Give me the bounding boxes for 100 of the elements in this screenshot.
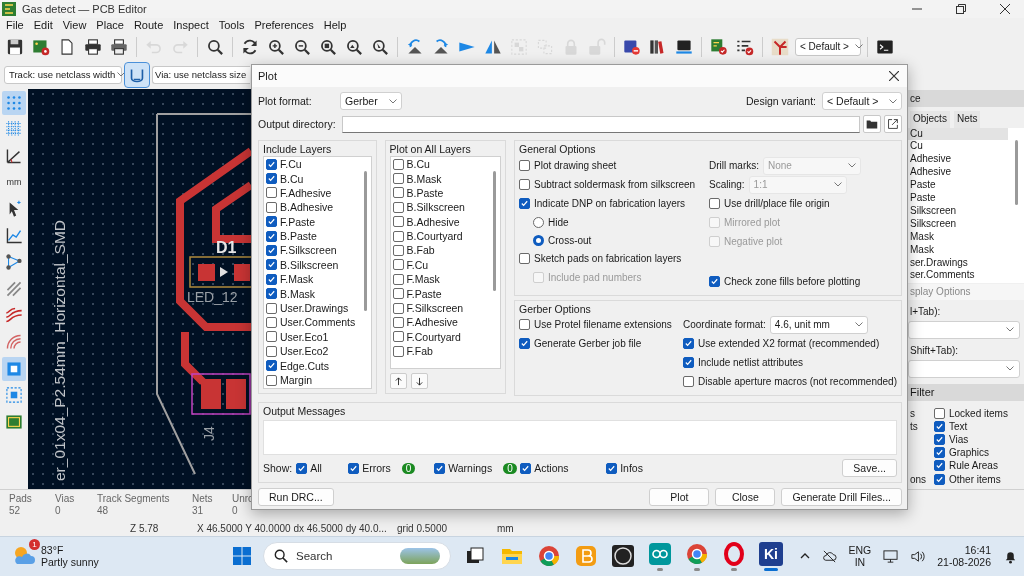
move-down-button[interactable]	[410, 373, 428, 389]
via-size-dropdown[interactable]: Via: use netclass size	[152, 65, 250, 84]
checkbox[interactable]	[519, 253, 530, 264]
checkbox[interactable]	[519, 160, 530, 171]
save-button[interactable]: Save...	[842, 459, 897, 478]
checkbox[interactable]	[266, 216, 277, 228]
menu-item[interactable]: Help	[319, 19, 353, 32]
panel-tab[interactable]: Objects	[910, 110, 950, 128]
checkbox[interactable]	[266, 316, 277, 328]
clock-time[interactable]: 16:41	[964, 544, 991, 557]
layer-label[interactable]: Edge.Cuts	[280, 359, 330, 372]
filter-label[interactable]: Actions	[534, 462, 569, 475]
option-label[interactable]: Disable aperture macros (not recommended)	[698, 376, 897, 387]
checkbox[interactable]	[392, 288, 404, 300]
option-label[interactable]: Subtract soldermask from silkscreen	[534, 179, 696, 190]
dialog-button[interactable]: Run DRC...	[258, 488, 334, 506]
layer-item[interactable]: Mask	[908, 230, 1008, 244]
menu-item[interactable]: Tools	[214, 19, 251, 32]
checkbox[interactable]	[434, 462, 446, 474]
checkbox[interactable]	[519, 179, 530, 190]
option-label[interactable]: Use drill/place file origin	[724, 198, 830, 209]
filter-label[interactable]: Rule Areas	[949, 460, 998, 472]
checkbox[interactable]	[266, 302, 277, 314]
option-label[interactable]: Use extended X2 format (recommended)	[698, 338, 880, 349]
sun-cloud-icon[interactable]	[12, 545, 36, 566]
checkbox[interactable]	[934, 460, 945, 472]
layer-item[interactable]: Silkscreen	[908, 217, 1008, 231]
checkbox[interactable]	[266, 259, 277, 271]
option-label[interactable]: Plot drawing sheet	[534, 160, 617, 171]
chevron-up-icon[interactable]	[799, 553, 810, 560]
layer-label[interactable]: B.Paste	[280, 230, 317, 243]
menu-item[interactable]: Place	[92, 19, 130, 32]
clock-date[interactable]: 21-08-2026	[937, 556, 991, 569]
option-label[interactable]: Use Protel filename extensions	[534, 319, 672, 330]
move-up-button[interactable]	[389, 373, 407, 389]
option-label[interactable]: Indicate DNP on fabrication layers	[534, 198, 686, 209]
search-box[interactable]: Search	[263, 542, 451, 571]
layer-label[interactable]: F.Silkscreen	[280, 244, 337, 257]
layer-label[interactable]: F.Courtyard	[406, 330, 461, 343]
infinity-icon[interactable]	[648, 541, 672, 566]
layer-label[interactable]: B.Mask	[406, 172, 442, 185]
layer-item[interactable]: Cu	[908, 140, 1008, 154]
output-directory-field[interactable]	[342, 115, 861, 133]
checkbox[interactable]	[266, 245, 277, 256]
checkbox[interactable]	[266, 187, 277, 199]
language-indicator[interactable]: ENG	[848, 544, 872, 557]
layer-label[interactable]: F.Mask	[280, 273, 314, 286]
filter-label[interactable]: Other items	[949, 473, 1001, 485]
checkbox[interactable]	[392, 173, 404, 184]
layer-label[interactable]: F.Cu	[280, 158, 302, 171]
crossed-cloud-icon[interactable]	[821, 548, 837, 564]
restore-icon[interactable]	[956, 3, 966, 14]
checkbox[interactable]	[934, 434, 945, 446]
layer-item[interactable]: Silkscreen	[908, 204, 1008, 218]
plot-format-dropdown[interactable]: Gerber	[340, 92, 402, 110]
checkbox[interactable]	[266, 201, 277, 213]
checkbox[interactable]	[266, 345, 277, 357]
filter-label[interactable]: Graphics	[949, 447, 989, 459]
radio-button[interactable]	[533, 216, 544, 228]
layer-label[interactable]: F.Mask	[406, 273, 440, 286]
layer-label[interactable]: B.Silkscreen	[280, 258, 339, 271]
layer-label[interactable]: F.Adhesive	[280, 186, 332, 199]
checkbox[interactable]	[392, 331, 404, 343]
filter-label[interactable]: All	[310, 462, 322, 475]
speaker-icon[interactable]	[910, 548, 926, 564]
checkbox[interactable]	[392, 187, 404, 199]
layer-label[interactable]: Margin	[280, 374, 313, 386]
filter-label[interactable]: Infos	[620, 462, 643, 475]
ring-icon[interactable]	[722, 541, 746, 566]
option-label[interactable]: Cross-out	[548, 234, 592, 246]
option-label[interactable]: Generate Gerber job file	[534, 338, 642, 349]
folder-icon[interactable]	[863, 115, 882, 133]
panel-tab[interactable]: Nets	[953, 110, 981, 128]
checkbox[interactable]	[934, 407, 945, 419]
checkbox[interactable]	[392, 316, 404, 328]
radio-button[interactable]	[533, 234, 544, 246]
checkbox[interactable]	[392, 244, 404, 256]
app-tile[interactable]: Ki	[759, 541, 783, 566]
layer-label[interactable]: B.Cu	[406, 158, 430, 171]
track-width-dropdown[interactable]: Track: use netclass width	[4, 65, 122, 84]
multicolor-circle-icon[interactable]	[537, 544, 561, 569]
menu-item[interactable]: File	[2, 19, 30, 32]
dark-circle-icon[interactable]	[611, 544, 635, 569]
units-button[interactable]: mm	[2, 170, 26, 195]
dialog-button[interactable]: Generate Drill Files...	[781, 488, 902, 506]
checkbox[interactable]	[683, 376, 694, 387]
checkbox[interactable]	[392, 273, 404, 285]
dialog-button[interactable]: Plot	[649, 488, 710, 506]
option-label[interactable]: Check zone fills before plotting	[724, 276, 861, 287]
checkbox[interactable]	[683, 338, 694, 349]
layer-item[interactable]: Mask	[908, 243, 1008, 257]
filter-label[interactable]: Locked items	[949, 407, 1008, 419]
checkbox[interactable]	[392, 158, 404, 170]
checkbox[interactable]	[934, 447, 945, 459]
filter-label[interactable]: Errors	[362, 462, 391, 475]
search-field[interactable]: Search	[294, 549, 394, 564]
layer-label[interactable]: F.Paste	[406, 287, 442, 300]
layer-item[interactable]: Paste	[908, 179, 1008, 193]
layer-label[interactable]: B.Silkscreen	[406, 201, 465, 214]
region-indicator[interactable]: IN	[854, 556, 866, 569]
